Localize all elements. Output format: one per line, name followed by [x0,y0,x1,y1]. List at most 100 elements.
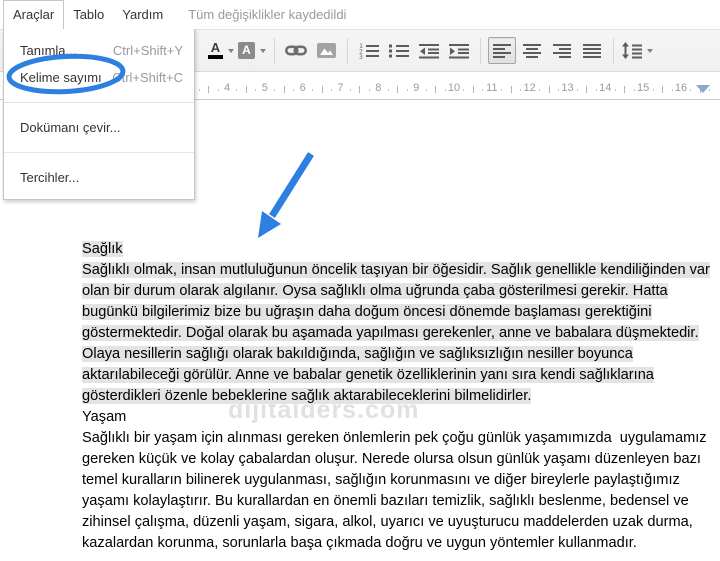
document-line[interactable]: Olaya nesillerin sağlığı olarak bakıldığ… [82,344,710,365]
line-spacing-button[interactable] [621,37,654,64]
ruler-tick [425,89,427,91]
ruler-tick [444,89,446,91]
numbered-list-button[interactable]: 123 [355,37,383,64]
ruler-tick [576,89,578,91]
ruler-tick [359,86,361,93]
menu-separator [4,152,194,153]
selected-text: Sağlık [82,241,123,257]
bullet-list-button[interactable] [385,37,413,64]
document-line[interactable]: bugünkü bilgilerimiz bize bu uğraşın dah… [82,302,710,323]
document-line[interactable]: olan bir durum olarak algılanır. Oysa sa… [82,281,710,302]
document-line[interactable]: Sağlıklı olmak, insan mutluluğunun öncel… [82,260,710,281]
ruler-tick [520,89,522,91]
ruler-tick [387,89,389,91]
highlight-color-button[interactable]: A [237,37,267,64]
toolbar-separator [613,37,614,64]
ruler-tick [397,86,399,93]
ruler-number: 13 [561,82,574,94]
menu-item-word-count[interactable]: Kelime sayımı Ctrl+Shift+C [4,64,194,91]
ruler-tick [671,89,673,91]
menu-item-preferences[interactable]: Tercihler... [4,164,194,191]
document-line[interactable]: Sağlıklı bir yaşam için alınması gereken… [82,428,710,449]
ruler-tick [274,89,276,91]
text: Sağlıklı bir yaşam için alınması gereken… [82,430,707,446]
menu-separator [4,102,194,103]
ruler-tick [349,89,351,91]
align-right-icon [553,43,571,59]
document-line[interactable]: gösterdikleri özenle bebeklerine sağlık … [82,386,710,407]
ruler-tick [595,89,597,91]
document-line[interactable]: temel kuralların bilinerek uygulanması, … [82,470,710,491]
menu-item-shortcut: Ctrl+Shift+C [112,70,183,85]
document-line[interactable]: gereken küçük ve kolay çabalardan oluşur… [82,449,710,470]
ruler-tick [662,86,664,93]
highlight-color-icon: A [238,42,255,59]
menu-bar: Araçlar Tablo Yardım Tüm değişiklikler kayd… [0,0,720,29]
ruler-tick [198,89,200,91]
document-line[interactable]: yaşamı kolaylaştırır. Bu kurallardan en … [82,491,710,512]
ruler-tick [472,86,474,93]
ruler-tick [482,89,484,91]
autosave-status: Tüm değişiklikler kaydedildi [188,7,347,22]
ruler-number: 4 [223,82,231,94]
text: yaşamı kolaylaştırır. Bu kurallardan en … [82,493,689,509]
align-left-button[interactable] [488,37,516,64]
ruler-tick [586,86,588,93]
menu-bar-items: Araçlar Tablo Yardım Tüm değişiklikler kayd… [0,0,720,29]
align-right-button[interactable] [548,37,576,64]
insert-link-button[interactable] [282,37,310,64]
svg-text:3: 3 [359,53,363,59]
tools-menu-dropdown: Tanımla... Ctrl+Shift+Y Kelime sayımı Ctrl+… [3,28,195,200]
selected-text: Sağlıklı olmak, insan mutluluğunun öncel… [82,262,710,278]
document-line[interactable]: kazalardan korunma, sorunlarla başa çıkm… [82,533,710,554]
menu-help[interactable]: Yardım [113,1,172,28]
selected-text: göstermektedir. Doğal olarak bu aşamada … [82,325,699,341]
indent-button[interactable] [445,37,473,64]
insert-image-icon [316,43,336,58]
ruler-number: 10 [447,82,461,94]
ruler-tick [236,89,238,91]
google-docs-window: Araçlar Tablo Yardım Tüm değişiklikler kayd… [0,0,720,561]
selected-text: olan bir durum olarak algılanır. Oysa sa… [82,283,668,299]
text: gereken küçük ve kolay çabalardan oluşur… [82,451,701,467]
document-line[interactable]: Yaşam [82,407,710,428]
document-line[interactable]: göstermektedir. Doğal olarak bu aşamada … [82,323,710,344]
outdent-button[interactable] [415,37,443,64]
document-line[interactable]: Sağlık [82,239,710,260]
ruler-tick [293,89,295,91]
menu-item-translate-document[interactable]: Dokümanı çevir... [4,114,194,141]
justify-button[interactable] [578,37,606,64]
ruler-number: 8 [375,82,382,94]
ruler-tick [539,89,541,91]
menu-table[interactable]: Tablo [64,1,113,28]
ruler-number: 6 [299,82,306,94]
text: temel kuralların bilinerek uygulanması, … [82,472,680,488]
selected-text: Olaya nesillerin sağlığı olarak bakıldığ… [82,346,633,362]
document-line[interactable]: zihinsel çalışma, düzenli yaşam, sigara,… [82,512,710,533]
text: Yaşam [82,409,127,425]
document-line[interactable]: aktarılabileceği görülür. Anne ve babala… [82,365,710,386]
insert-image-button[interactable] [312,37,340,64]
menu-item-define[interactable]: Tanımla... Ctrl+Shift+Y [4,37,194,64]
ruler-tick [463,89,465,91]
ruler-tick [548,86,550,93]
toolbar-separator [347,37,348,64]
ruler-tick [208,86,210,93]
ruler-number: 15 [637,82,650,94]
align-center-button[interactable] [518,37,546,64]
ruler-tick [255,89,257,91]
ruler-tick [633,89,635,91]
menu-item-label: Dokümanı çevir... [20,120,121,135]
menu-tools[interactable]: Araçlar [3,0,65,29]
text-color-button[interactable]: A [207,37,235,64]
line-spacing-icon [622,42,642,59]
right-indent-marker[interactable] [696,85,710,93]
document-text[interactable]: Sağlık Sağlıklı olmak, insan mutluluğunun… [82,239,710,554]
selected-text: bugünkü bilgilerimiz bize bu uğraşın dah… [82,304,652,320]
text: zihinsel çalışma, düzenli yaşam, sigara,… [82,514,693,530]
toolbar-separator [480,37,481,64]
selected-text: aktarılabileceği görülür. Anne ve babala… [82,367,654,383]
ruler-tick [558,89,559,91]
chevron-down-icon [647,48,653,53]
insert-link-icon [285,44,307,57]
